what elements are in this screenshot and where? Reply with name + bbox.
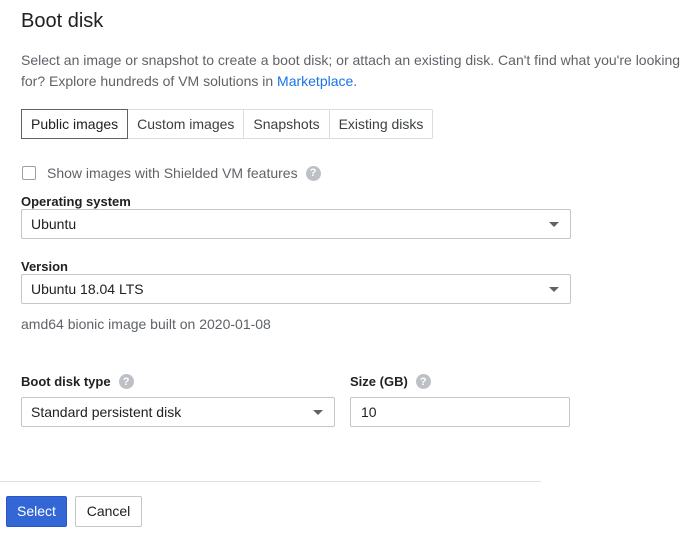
shielded-vm-checkbox[interactable] xyxy=(22,166,36,180)
version-hint: amd64 bionic image built on 2020-01-08 xyxy=(21,316,271,332)
tab-existing-disks[interactable]: Existing disks xyxy=(329,110,433,138)
operating-system-value: Ubuntu xyxy=(31,216,77,232)
description-suffix: . xyxy=(353,73,358,89)
version-select[interactable]: Ubuntu 18.04 LTS xyxy=(21,274,571,304)
size-label: Size (GB) xyxy=(350,374,408,389)
description: Select an image or snapshot to create a … xyxy=(21,50,681,92)
help-icon[interactable]: ? xyxy=(305,165,321,181)
select-button[interactable]: Select xyxy=(6,496,67,527)
marketplace-link[interactable]: Marketplace xyxy=(277,73,353,89)
page-title: Boot disk xyxy=(21,10,104,32)
image-source-tabs: Public images Custom images Snapshots Ex… xyxy=(21,109,434,139)
boot-disk-type-label: Boot disk type xyxy=(21,374,111,389)
boot-disk-type-label-row: Boot disk type ? xyxy=(21,374,134,389)
size-label-row: Size (GB) ? xyxy=(350,374,431,389)
size-input[interactable]: 10 xyxy=(350,397,570,427)
operating-system-select[interactable]: Ubuntu xyxy=(21,209,571,239)
help-icon[interactable]: ? xyxy=(415,374,431,389)
boot-disk-type-value: Standard persistent disk xyxy=(31,404,182,420)
chevron-down-icon xyxy=(313,410,323,415)
version-value: Ubuntu 18.04 LTS xyxy=(31,281,144,297)
help-icon[interactable]: ? xyxy=(118,374,134,389)
divider xyxy=(0,481,541,482)
chevron-down-icon xyxy=(549,222,559,227)
boot-disk-type-select[interactable]: Standard persistent disk xyxy=(21,397,335,427)
version-label: Version xyxy=(21,259,68,274)
chevron-down-icon xyxy=(549,287,559,292)
boot-disk-panel: Boot disk Select an image or snapshot to… xyxy=(0,0,683,534)
shielded-vm-option: Show images with Shielded VM features ? xyxy=(21,165,321,181)
tab-custom-images[interactable]: Custom images xyxy=(128,110,245,138)
tab-snapshots[interactable]: Snapshots xyxy=(244,110,330,138)
shielded-vm-label: Show images with Shielded VM features xyxy=(47,165,298,181)
cancel-button[interactable]: Cancel xyxy=(75,496,142,527)
operating-system-label: Operating system xyxy=(21,194,131,209)
tab-public-images[interactable]: Public images xyxy=(21,109,129,139)
